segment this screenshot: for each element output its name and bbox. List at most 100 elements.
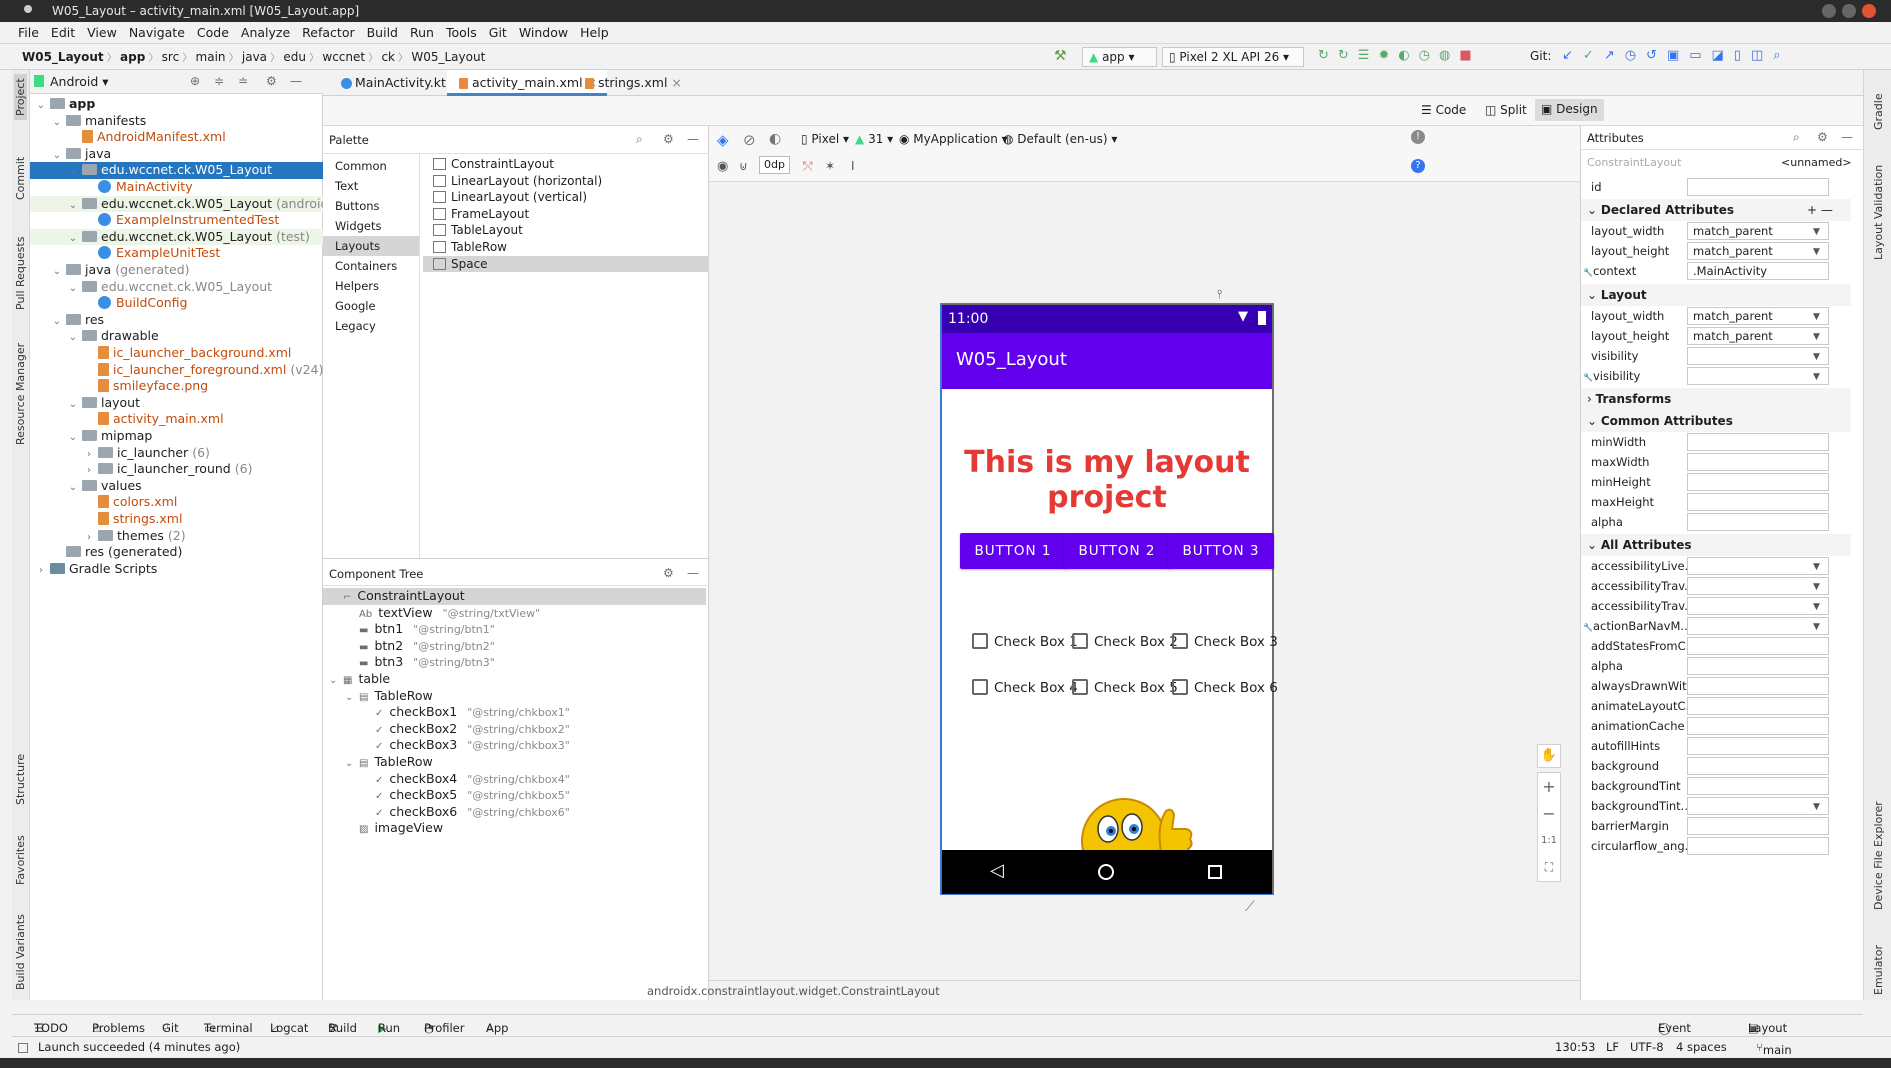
project-tree-item[interactable]: smileyface.png xyxy=(30,378,323,395)
project-tree-item[interactable]: ⌄ java (generated) xyxy=(30,262,323,279)
button-1[interactable]: BUTTON 1 xyxy=(960,533,1066,569)
expand-all-icon[interactable]: ≑ xyxy=(214,74,224,88)
attr-value-field[interactable] xyxy=(1687,657,1829,675)
project-tree-item[interactable]: › ic_launcher_round (6) xyxy=(30,461,323,478)
attr-section-header[interactable]: ⌄ Layout xyxy=(1581,284,1851,306)
project-tree-item[interactable]: ic_launcher_background.xml xyxy=(30,345,323,362)
gear-icon[interactable]: ⚙ xyxy=(663,132,674,146)
checkbox-5[interactable]: Check Box 5 xyxy=(1072,679,1178,696)
device-select[interactable]: ▯ Pixel 2 XL API 26 ▾ xyxy=(1162,47,1304,67)
menu-navigate[interactable]: Navigate xyxy=(123,22,191,40)
cursor-position[interactable]: 130:53 xyxy=(1555,1040,1595,1054)
dropdown-icon[interactable]: ▼ xyxy=(1813,307,1820,327)
tool-build-variants[interactable]: Build Variants xyxy=(14,914,27,990)
project-tree-item[interactable]: ⌄ values xyxy=(30,478,323,495)
attr-value-field[interactable] xyxy=(1687,453,1829,471)
attr-value-field[interactable] xyxy=(1687,347,1829,365)
device-preview-select[interactable]: ▯ Pixel ▾ xyxy=(801,132,849,146)
pan-icon[interactable]: ✋ xyxy=(1537,744,1561,768)
component-tree-item[interactable]: ✓ checkBox3 "@string/chkbox3" xyxy=(323,737,570,754)
attr-value-field[interactable] xyxy=(1687,697,1829,715)
tool-project[interactable]: Project xyxy=(14,74,27,120)
palette-category[interactable]: Common xyxy=(323,156,419,176)
night-mode-icon[interactable]: ◐ xyxy=(769,131,781,147)
collapse-all-icon[interactable]: ≐ xyxy=(238,74,248,88)
palette-category[interactable]: Helpers xyxy=(323,276,419,296)
search-icon[interactable]: ⌕ xyxy=(636,132,643,147)
attr-value-field[interactable] xyxy=(1687,493,1829,511)
hide-icon[interactable]: — xyxy=(1841,130,1853,144)
attr-value-field[interactable] xyxy=(1687,817,1829,835)
attr-value-field[interactable] xyxy=(1687,797,1829,815)
checkbox-1[interactable]: Check Box 1 xyxy=(972,633,1078,650)
infer-constraints-icon[interactable]: ✶ xyxy=(825,159,835,173)
palette-item[interactable]: TableLayout xyxy=(423,222,709,239)
layout-heading[interactable]: This is my layout project xyxy=(942,445,1272,515)
chevron-icon[interactable]: ⌄ xyxy=(1587,203,1601,217)
breadcrumb-item[interactable]: main xyxy=(196,50,226,64)
chevron-icon[interactable]: ⌄ xyxy=(1587,414,1601,428)
tool-pull-requests[interactable]: Pull Requests xyxy=(14,237,27,310)
component-tree-item[interactable]: ▬ btn2 "@string/btn2" xyxy=(323,638,495,655)
attr-value-field[interactable] xyxy=(1687,577,1829,595)
project-tree-item[interactable]: strings.xml xyxy=(30,511,323,528)
menu-view[interactable]: View xyxy=(81,22,123,40)
project-tree-item[interactable]: ⌄ edu.wccnet.ck.W05_Layout (test) xyxy=(30,228,323,246)
project-tree-item[interactable]: activity_main.xml xyxy=(30,411,323,428)
design-view-button[interactable]: ▣ Design xyxy=(1535,99,1604,121)
attr-section-header[interactable]: ⌄ All Attributes xyxy=(1581,534,1851,556)
dropdown-icon[interactable]: ▼ xyxy=(1813,347,1820,367)
project-tree-item[interactable]: ExampleUnitTest xyxy=(30,245,323,262)
menu-file[interactable]: File xyxy=(12,22,45,40)
hide-icon[interactable]: — xyxy=(290,74,302,88)
maximize-button[interactable] xyxy=(1842,4,1856,18)
palette-category[interactable]: Google xyxy=(323,296,419,316)
menu-run[interactable]: Run xyxy=(404,22,440,40)
palette-item[interactable]: LinearLayout (horizontal) xyxy=(423,173,709,190)
minimize-button[interactable] xyxy=(1822,4,1836,18)
component-tree-item[interactable]: ⌐ ConstraintLayout xyxy=(323,588,706,605)
component-tree-item[interactable]: ⌄ ▦ table xyxy=(323,671,390,688)
attr-value-field[interactable] xyxy=(1687,473,1829,491)
project-tree-item[interactable]: res (generated) xyxy=(30,544,323,561)
project-tree-item[interactable]: ⌄ edu.wccnet.ck.W05_Layout (androidTe xyxy=(30,195,342,213)
breadcrumb-item[interactable]: W05_Layout xyxy=(411,50,485,64)
resize-handle-icon[interactable]: ⟋ xyxy=(1245,899,1255,915)
zoom-out-icon[interactable]: − xyxy=(1538,800,1560,827)
dropdown-icon[interactable]: ▼ xyxy=(1813,222,1820,242)
tab-strings[interactable]: strings.xml × xyxy=(573,70,692,96)
project-tree-item[interactable]: ⌄ edu.wccnet.ck.W05_Layout xyxy=(30,162,323,179)
project-tree-item[interactable]: › Gradle Scripts xyxy=(30,561,323,578)
attr-value-field[interactable] xyxy=(1687,367,1829,385)
project-tree-item[interactable]: colors.xml xyxy=(30,494,323,511)
project-tree-item[interactable]: ⌄ mipmap xyxy=(30,428,323,445)
menu-tools[interactable]: Tools xyxy=(440,22,483,40)
project-tree-item[interactable]: ⌄ drawable xyxy=(30,328,323,345)
palette-category[interactable]: Containers xyxy=(323,256,419,276)
component-tree-item[interactable]: Ab textView "@string/txtView" xyxy=(323,605,540,622)
eye-icon[interactable]: ◉ xyxy=(717,159,728,174)
attr-value-field[interactable]: .MainActivity xyxy=(1687,262,1829,280)
close-window-button[interactable] xyxy=(1862,4,1876,18)
breadcrumb-item[interactable]: ck xyxy=(381,50,395,64)
project-tree-item[interactable]: ⌄ manifests xyxy=(30,113,323,130)
attr-section-header[interactable]: ⌄ Common Attributes xyxy=(1581,410,1851,432)
attr-section-header[interactable]: › Transforms xyxy=(1581,388,1851,410)
gear-icon[interactable]: ⚙ xyxy=(1817,130,1828,144)
attr-value-field[interactable] xyxy=(1687,433,1829,451)
breadcrumb-item[interactable]: app xyxy=(120,50,145,64)
tool-favorites[interactable]: Favorites xyxy=(14,835,27,885)
info-icon[interactable]: ! xyxy=(1411,130,1425,144)
palette-category[interactable]: Buttons xyxy=(323,196,419,216)
project-tree-item[interactable]: ⌄ edu.wccnet.ck.W05_Layout xyxy=(30,279,323,296)
tool-resource-manager[interactable]: Resource Manager xyxy=(14,343,27,445)
attr-value-field[interactable] xyxy=(1687,777,1829,795)
project-tree-item[interactable]: MainActivity xyxy=(30,179,323,196)
breadcrumb-item[interactable]: wccnet xyxy=(322,50,365,64)
component-tree-item[interactable]: ✓ checkBox6 "@string/chkbox6" xyxy=(323,804,570,821)
attr-value-field[interactable] xyxy=(1687,717,1829,735)
component-tree-item[interactable]: ▨ imageView xyxy=(323,820,443,837)
breadcrumb-item[interactable]: edu xyxy=(283,50,306,64)
menu-git[interactable]: Git xyxy=(483,22,513,40)
gear-icon[interactable]: ⚙ xyxy=(663,566,674,580)
